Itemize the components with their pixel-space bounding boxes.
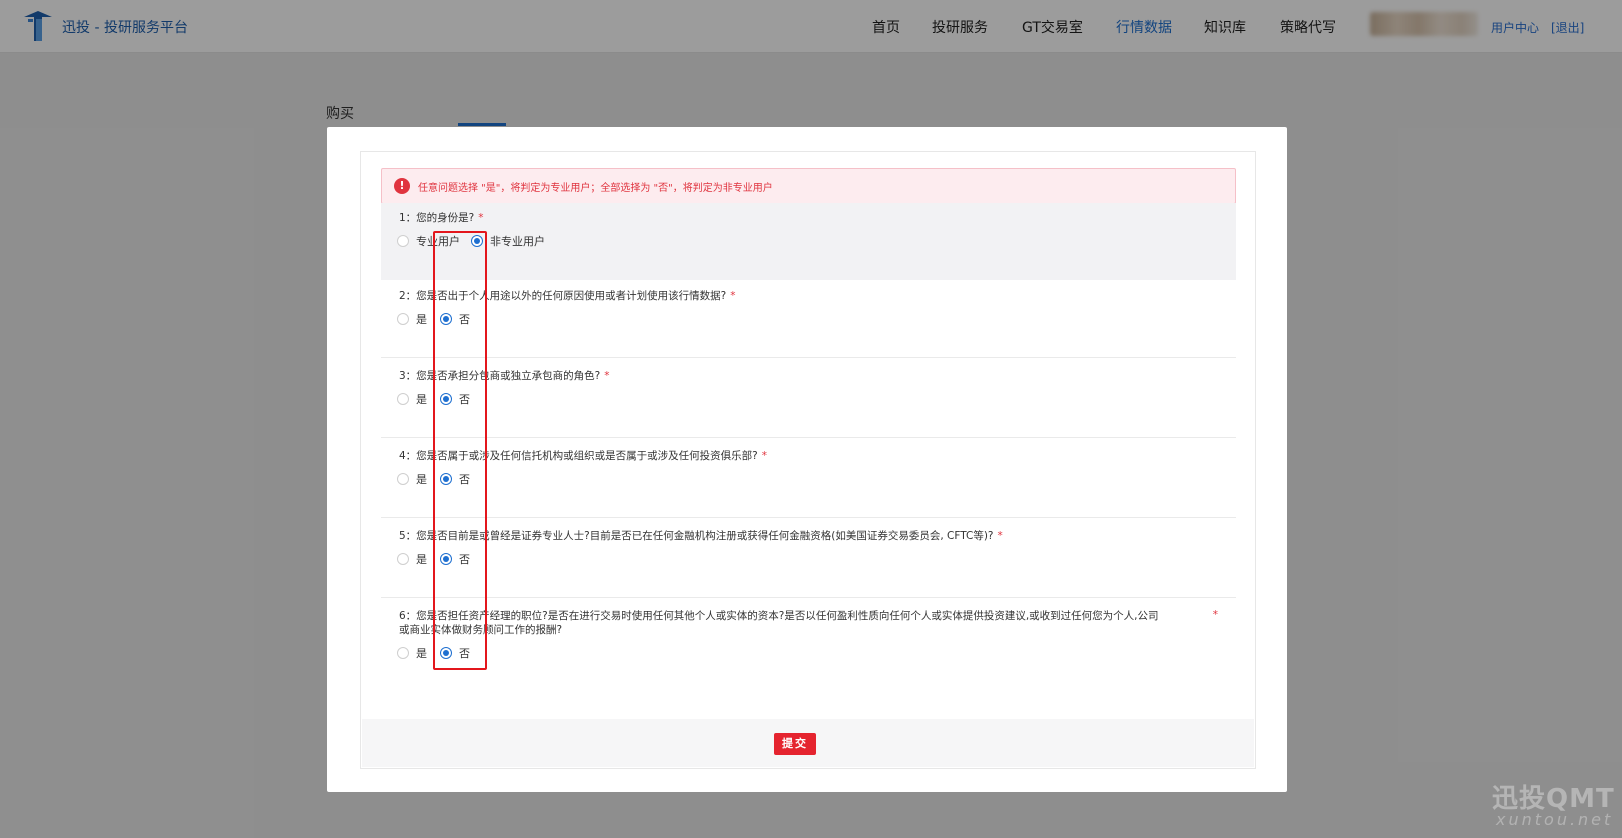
form-footer: 提交 [362, 719, 1254, 767]
survey-form: ! 任意问题选择 "是"，将判定为专业用户；全部选择为 "否"，将判定为非专业用… [360, 151, 1256, 769]
option-yes[interactable]: 是 [397, 391, 427, 407]
question-label: 5：您是否目前是或曾经是证券专业人士?目前是否已在任何金融机构注册或获得任何金融… [399, 530, 994, 542]
question-5: 5：您是否目前是或曾经是证券专业人士?目前是否已在任何金融机构注册或获得任何金融… [381, 521, 1236, 598]
question-1: 1：您的身份是? * 专业用户 非专业用户 [381, 203, 1236, 280]
required-mark: * [997, 530, 1003, 542]
question-6: 6：您是否担任资产经理的职位?是否在进行交易时使用任何其他个人或实体的资本?是否… [381, 601, 1236, 701]
required-mark: * [730, 290, 736, 302]
option-label: 非专业用户 [490, 235, 545, 248]
radio-unchecked[interactable] [397, 553, 409, 565]
exclamation-icon: ! [394, 178, 410, 194]
alert-banner: ! 任意问题选择 "是"，将判定为专业用户；全部选择为 "否"，将判定为非专业用… [381, 168, 1236, 204]
option-yes[interactable]: 是 [397, 471, 427, 487]
question-label-line1: 6：您是否担任资产经理的职位?是否在进行交易时使用任何其他个人或实体的资本?是否… [399, 610, 1159, 622]
question-3: 3：您是否承担分包商或独立承包商的角色? * 是 否 [381, 361, 1236, 438]
annotation-highlight-box [433, 231, 487, 670]
required-mark: * [761, 450, 768, 462]
required-mark: * [478, 212, 484, 224]
question-label-line2: 或商业实体做财务顾问工作的报酬? [399, 624, 563, 636]
radio-unchecked[interactable] [397, 235, 409, 247]
option-label: 是 [416, 473, 427, 486]
alert-text: 任意问题选择 "是"，将判定为专业用户；全部选择为 "否"，将判定为非专业用户 [418, 183, 773, 194]
option-yes[interactable]: 是 [397, 551, 427, 567]
radio-unchecked[interactable] [397, 393, 409, 405]
radio-unchecked[interactable] [397, 647, 409, 659]
question-2: 2：您是否出于个人用途以外的任何原因使用或者计划使用该行情数据? * 是 否 [381, 281, 1236, 358]
question-label: 3：您是否承担分包商或独立承包商的角色? [399, 370, 601, 382]
required-mark: * [604, 370, 610, 382]
radio-unchecked[interactable] [397, 313, 409, 325]
question-label: 1：您的身份是? [399, 212, 475, 224]
watermark-url: xuntou.net [1496, 810, 1614, 829]
question-4: 4：您是否属于或涉及任何信托机构或组织或是否属于或涉及任何投资俱乐部? * 是 否 [381, 441, 1236, 518]
option-label: 是 [416, 553, 427, 566]
option-yes[interactable]: 是 [397, 311, 427, 327]
radio-unchecked[interactable] [397, 473, 409, 485]
option-label: 是 [416, 647, 427, 660]
submit-button[interactable]: 提交 [774, 733, 816, 755]
required-mark: * [1212, 609, 1218, 621]
option-yes[interactable]: 是 [397, 645, 427, 661]
option-label: 是 [416, 313, 427, 326]
option-label: 是 [416, 393, 427, 406]
